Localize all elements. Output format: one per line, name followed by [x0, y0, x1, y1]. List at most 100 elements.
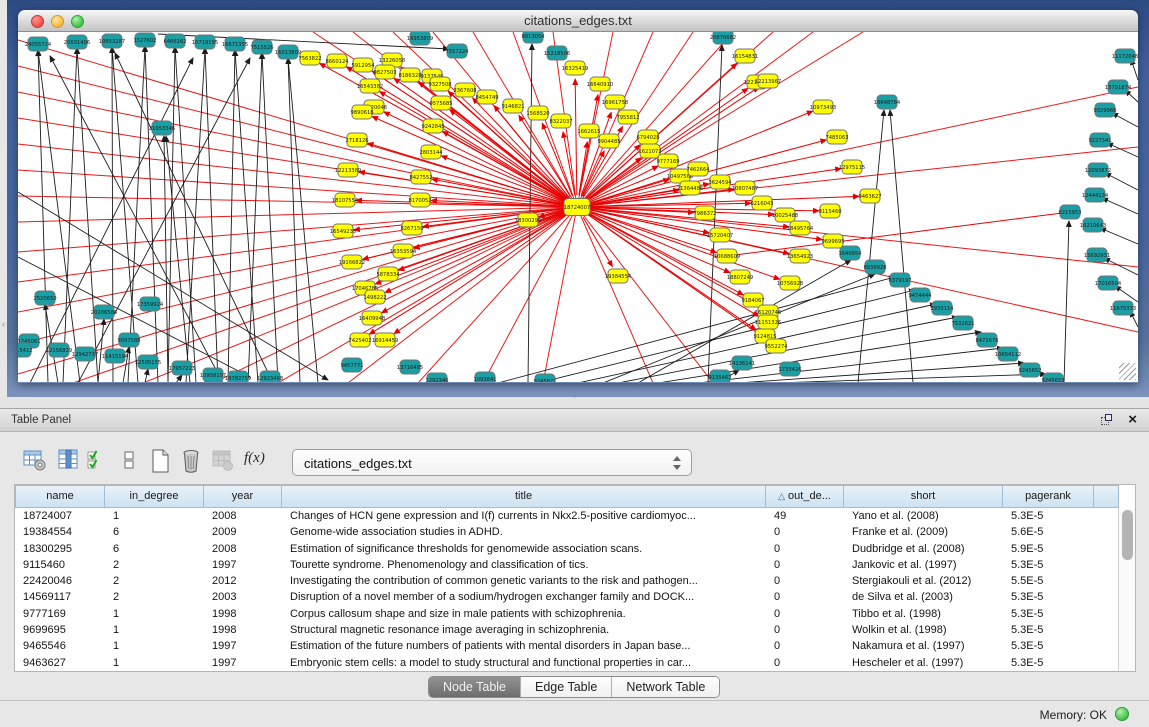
panel-divider[interactable]: ＾ [0, 397, 1149, 408]
graph-node[interactable]: 9327508 [428, 77, 451, 91]
graph-node[interactable]: 18495764 [787, 221, 814, 235]
graph-node[interactable]: 6466162 [163, 34, 186, 48]
table-row[interactable]: 1938455462009Genome-wide association stu… [15, 524, 1119, 540]
table-row[interactable]: 977716911998Corpus callosum shape and si… [15, 606, 1119, 622]
graph-node[interactable]: 16210643 [1080, 218, 1106, 232]
graph-node[interactable]: 1292346 [425, 373, 448, 382]
graph-node[interactable]: 9777169 [656, 154, 679, 168]
graph-node[interactable]: 12093872 [1085, 163, 1111, 177]
graph-node[interactable]: 9097588 [117, 333, 140, 347]
graph-node[interactable]: 9904485 [597, 134, 620, 148]
network-window[interactable]: citations_edges.txt 18724007240557242069… [18, 10, 1138, 383]
graph-node[interactable]: 9227341 [1088, 133, 1111, 147]
graph-node[interactable]: 1093841 [473, 372, 496, 382]
graph-node[interactable]: 3624594 [708, 175, 732, 189]
graph-node[interactable]: 2718126 [345, 133, 368, 147]
graph-node[interactable]: 16013809 [275, 45, 301, 59]
graph-node[interactable]: 6379197 [888, 273, 911, 287]
graph-node[interactable]: 12156829 [46, 343, 72, 357]
graph-node[interactable]: 9245871 [533, 374, 556, 382]
graph-node[interactable]: 17957223 [169, 361, 195, 375]
network-graph-canvas[interactable]: 1872400724055724206914061065328715276026… [18, 32, 1138, 382]
graph-node[interactable]: 18300295 [515, 213, 541, 227]
column-header-out-de-[interactable]: △out_de... [766, 485, 844, 508]
table-row[interactable]: 946554611997Estimation of the future num… [15, 638, 1119, 654]
graph-node[interactable]: 9827503 [373, 65, 396, 79]
graph-node[interactable]: 9245653 [1041, 373, 1064, 382]
stacked-rows-icon[interactable] [117, 448, 143, 474]
graph-node[interactable]: 7425402 [348, 333, 371, 347]
network-table-select[interactable]: citations_edges.txt [292, 449, 692, 476]
tab-network-table[interactable]: Network Table [611, 677, 719, 697]
graph-node[interactable]: 8322037 [549, 114, 572, 128]
table-row[interactable]: 969969511998Structural magnetic resonanc… [15, 622, 1119, 638]
graph-node[interactable]: 11151326 [755, 315, 781, 329]
graph-node[interactable]: 8186328 [398, 68, 421, 82]
graph-node[interactable]: 12213967 [755, 74, 781, 88]
checklist-icon[interactable] [85, 448, 111, 474]
graph-node[interactable]: 2935114 [930, 301, 954, 315]
graph-node[interactable]: 16409948 [359, 311, 385, 325]
graph-node[interactable]: 15218506 [544, 46, 570, 60]
graph-node[interactable]: 7986372 [693, 206, 716, 220]
table-settings-icon[interactable] [22, 448, 48, 474]
graph-node[interactable]: 10688609 [714, 249, 740, 263]
select-column-icon[interactable] [56, 448, 82, 474]
column-header-name[interactable]: name [15, 485, 105, 508]
graph-node[interactable]: 8267150 [400, 221, 423, 235]
table-row[interactable]: 1830029562008Estimation of significance … [15, 541, 1119, 557]
column-header-title[interactable]: title [282, 485, 766, 508]
graph-node[interactable]: 16961758 [602, 95, 628, 109]
graph-node[interactable]: 9463627 [858, 189, 881, 203]
table-row[interactable]: 1456911722003Disruption of a novel membe… [15, 589, 1119, 605]
graph-node[interactable]: 7532621 [951, 316, 974, 330]
graph-node[interactable]: 10807487 [732, 181, 758, 195]
graph-node[interactable]: 2803144 [419, 145, 443, 159]
close-panel-icon[interactable]: × [1128, 411, 1137, 428]
graph-node[interactable]: 1498222 [363, 290, 386, 304]
table-row[interactable]: 2242004622012Investigating the contribut… [15, 573, 1119, 589]
graph-node[interactable]: 8427552 [409, 170, 432, 184]
graph-node[interactable]: 12942737 [72, 347, 98, 361]
graph-node[interactable]: 5878334 [376, 267, 400, 281]
graph-node[interactable]: 12444134 [1082, 188, 1109, 202]
graph-node[interactable]: 8938928 [863, 260, 886, 274]
divider-collapse-grip[interactable]: ＾ [570, 395, 579, 408]
table-row[interactable]: 1872400712008Changes of HCN gene express… [15, 508, 1119, 524]
float-panel-icon[interactable] [1101, 414, 1113, 426]
graph-node[interactable]: 11172048 [1112, 49, 1138, 63]
graph-node[interactable]: 13654923 [787, 249, 813, 263]
graph-node[interactable]: 15692931 [1084, 248, 1110, 262]
graph-node[interactable]: 15751874 [1105, 80, 1132, 94]
graph-node[interactable]: 10025488 [772, 208, 798, 222]
graph-node[interactable]: 16671355 [222, 37, 248, 51]
graph-node[interactable]: 7515526 [250, 40, 273, 54]
graph-node[interactable]: 6216043 [750, 196, 773, 210]
graph-node[interactable]: 8471676 [975, 333, 998, 347]
column-header-short[interactable]: short [844, 485, 1003, 508]
graph-node[interactable]: 9474444 [908, 288, 932, 302]
tab-node-table[interactable]: Node Table [429, 677, 520, 697]
graph-node[interactable]: 11675333 [1110, 301, 1136, 315]
graph-node[interactable]: 16154831 [732, 49, 758, 63]
side-panel-handle[interactable]: ‹ [0, 316, 7, 332]
graph-node[interactable]: 10654112 [995, 347, 1021, 361]
graph-node[interactable]: 21053346 [149, 121, 175, 135]
memory-ok-indicator[interactable] [1115, 707, 1129, 721]
graph-node[interactable]: 17359924 [137, 297, 164, 311]
graph-node[interactable]: 16325419 [562, 61, 588, 75]
graph-node[interactable]: 1662615 [577, 124, 600, 138]
graph-node[interactable]: 12213389 [335, 163, 361, 177]
graph-node[interactable]: 9242845 [421, 119, 444, 133]
graph-node[interactable]: 1640954 [838, 246, 862, 260]
network-window-titlebar[interactable]: citations_edges.txt [18, 10, 1138, 32]
graph-node[interactable]: 20876682 [710, 32, 736, 44]
graph-node[interactable]: 9890618 [350, 105, 373, 119]
graph-node[interactable]: 9575685 [429, 96, 452, 110]
column-header-year[interactable]: year [204, 485, 282, 508]
graph-node[interactable]: 9699695 [821, 234, 844, 248]
graph-node[interactable]: 13716485 [397, 360, 423, 374]
graph-node[interactable]: 16953809 [407, 32, 433, 45]
graph-hub-node[interactable]: 18724007 [564, 199, 590, 216]
graph-node[interactable]: 1568520 [526, 106, 549, 120]
